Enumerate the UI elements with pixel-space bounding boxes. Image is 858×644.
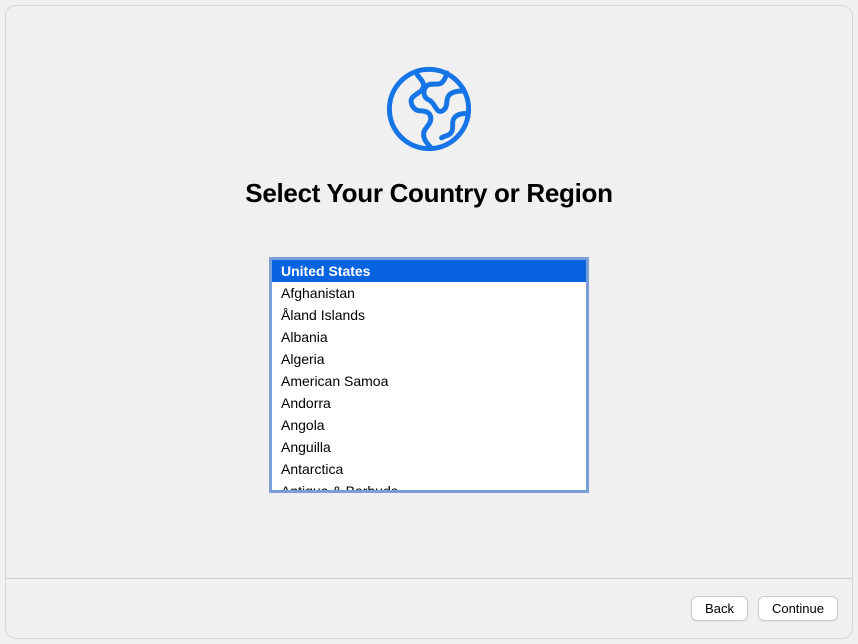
country-item[interactable]: Antarctica — [272, 458, 586, 480]
continue-button[interactable]: Continue — [758, 596, 838, 621]
country-list[interactable]: United StatesAfghanistanÅland IslandsAlb… — [269, 257, 589, 493]
globe-icon — [384, 64, 474, 154]
country-item[interactable]: United States — [272, 260, 586, 282]
country-item[interactable]: Angola — [272, 414, 586, 436]
country-item[interactable]: Åland Islands — [272, 304, 586, 326]
country-item[interactable]: Anguilla — [272, 436, 586, 458]
content-area: Select Your Country or Region United Sta… — [6, 6, 852, 578]
country-item[interactable]: Afghanistan — [272, 282, 586, 304]
footer-bar: Back Continue — [6, 578, 852, 638]
country-item[interactable]: Algeria — [272, 348, 586, 370]
country-item[interactable]: Albania — [272, 326, 586, 348]
country-item[interactable]: Antigua & Barbuda — [272, 480, 586, 493]
setup-window: Select Your Country or Region United Sta… — [6, 6, 852, 638]
back-button[interactable]: Back — [691, 596, 748, 621]
page-title: Select Your Country or Region — [245, 178, 612, 209]
country-item[interactable]: Andorra — [272, 392, 586, 414]
country-item[interactable]: American Samoa — [272, 370, 586, 392]
